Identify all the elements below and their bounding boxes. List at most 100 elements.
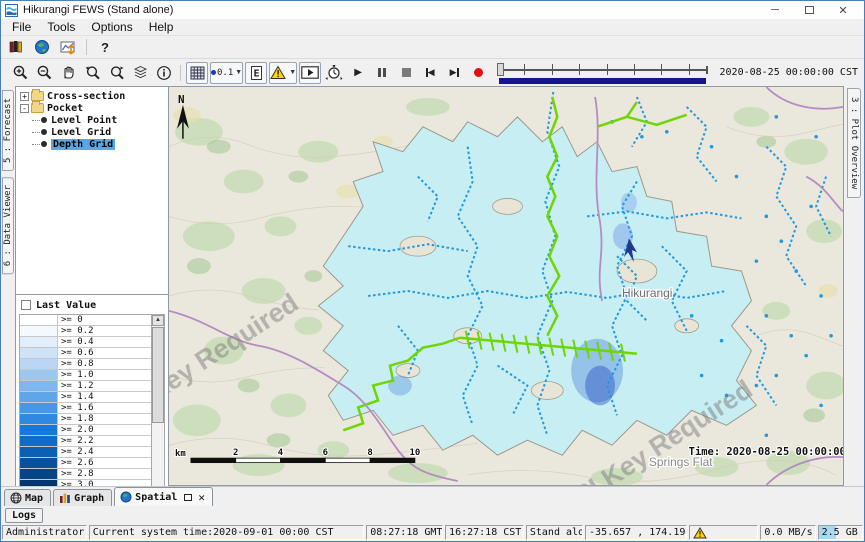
zoom-next-button[interactable] [105, 62, 127, 84]
legend-row[interactable]: >= 0.8 [20, 359, 151, 370]
tree-item-level-point[interactable]: Level Point [18, 114, 168, 126]
legend-color-swatch [20, 403, 58, 413]
legend-row[interactable]: >= 2.6 [20, 458, 151, 469]
classify-button[interactable]: E [245, 62, 267, 84]
last-value-checkbox[interactable] [21, 300, 31, 310]
tree-item-pocket[interactable]: - Pocket [18, 102, 168, 114]
legend-row[interactable]: >= 2.8 [20, 469, 151, 480]
legend-color-swatch [20, 425, 58, 435]
record-button[interactable] [467, 62, 489, 84]
timeline-slider[interactable] [497, 61, 707, 85]
tree-item-level-grid[interactable]: Level Grid [18, 126, 168, 138]
logs-button[interactable]: Logs [5, 508, 43, 523]
side-tab[interactable]: 5 : Forecast [2, 90, 14, 171]
help-button[interactable]: ? [94, 37, 116, 57]
legend-row[interactable]: >= 0 [20, 315, 151, 326]
legend-row[interactable]: >= 1.4 [20, 392, 151, 403]
timeseries-button[interactable] [57, 37, 79, 57]
tree-item-cross-section[interactable]: + Cross-section [18, 90, 168, 102]
tab-label: Map [25, 493, 43, 504]
animation-timer-icon [325, 64, 343, 81]
place-label-hikurangi: Hikurangi [622, 286, 672, 300]
svg-text:6: 6 [323, 448, 328, 458]
spatial-tab-globe-icon [120, 491, 132, 503]
contour-interval-button[interactable]: 0.1 ▼ [210, 62, 243, 84]
pause-icon [378, 68, 386, 77]
zoom-out-button[interactable] [33, 62, 55, 84]
legend-color-swatch [20, 370, 58, 380]
legend-color-swatch [20, 392, 58, 402]
legend-row[interactable]: >= 0.4 [20, 337, 151, 348]
animation-settings-button[interactable] [323, 62, 345, 84]
status-warning[interactable] [689, 525, 758, 540]
pause-button[interactable] [371, 62, 393, 84]
status-system-time: Current system time:2020-09-01 00:00 CST [89, 525, 365, 540]
zoom-previous-button[interactable] [81, 62, 103, 84]
timeline-handle[interactable] [497, 63, 504, 76]
map-toolbar: 0.1 ▼ E ▼ ▶ ◀ ▶ 202 [1, 58, 864, 86]
pan-button[interactable] [57, 62, 79, 84]
maximize-panel-icon[interactable] [184, 494, 192, 501]
stop-button[interactable] [395, 62, 417, 84]
scrollbar-thumb[interactable] [152, 327, 164, 423]
logs-row: Logs [1, 506, 864, 524]
status-local-time: 16:27:18 CST [445, 525, 524, 540]
tab-map[interactable]: Map [4, 489, 51, 506]
menu-item[interactable]: File [5, 20, 38, 34]
svg-text:10: 10 [410, 448, 421, 458]
toolbar-separator [86, 39, 87, 55]
info-button[interactable] [153, 62, 175, 84]
legend-color-swatch [20, 436, 58, 446]
movie-export-button[interactable] [299, 62, 321, 84]
maximize-button[interactable] [792, 2, 826, 18]
legend-color-swatch [20, 326, 58, 336]
legend-color-swatch [20, 359, 58, 369]
spatial-map[interactable]: API Key Required API Key Required Hikura… [169, 86, 844, 486]
main-toolbar: ? [1, 36, 864, 58]
legend-row[interactable]: >= 2.4 [20, 447, 151, 458]
legend-label: >= 0.2 [58, 326, 151, 336]
timeseries-chart-icon [60, 39, 77, 55]
legend-row[interactable]: >= 2.2 [20, 436, 151, 447]
zoom-in-button[interactable] [9, 62, 31, 84]
tab-graph[interactable]: Graph [53, 489, 112, 506]
scroll-up-icon[interactable]: ▲ [152, 315, 164, 326]
layers-button[interactable] [129, 62, 151, 84]
legend-color-swatch [20, 469, 58, 479]
legend-row[interactable]: >= 1.6 [20, 403, 151, 414]
status-mode: Stand alone [526, 525, 583, 540]
legend-row[interactable]: >= 1.0 [20, 370, 151, 381]
thresholds-button[interactable]: ▼ [269, 62, 297, 84]
grid-display-button[interactable] [186, 62, 208, 84]
close-tab-icon[interactable]: ✕ [198, 491, 205, 504]
bullet-icon [41, 141, 47, 147]
legend-label: >= 0.8 [58, 359, 151, 369]
menu-item[interactable]: Options [84, 20, 139, 34]
tree-item-depth-grid[interactable]: Depth Grid [18, 138, 168, 150]
legend-row[interactable]: >= 1.8 [20, 414, 151, 425]
map-display-button[interactable] [31, 37, 53, 57]
expand-icon[interactable]: + [20, 92, 29, 101]
tab-spatial-active[interactable]: Spatial ✕ [114, 487, 213, 506]
collapse-icon[interactable]: - [20, 104, 29, 113]
play-button[interactable]: ▶ [347, 62, 369, 84]
legend-label: >= 0.6 [58, 348, 151, 358]
filter-tree: + Cross-section - Pocket Level Point [16, 87, 168, 294]
close-button[interactable]: ✕ [826, 2, 860, 18]
side-tab-plot-overview[interactable]: 3 : Plot Overview [847, 88, 861, 198]
legend-label: >= 1.4 [58, 392, 151, 402]
legend-row[interactable]: >= 1.2 [20, 381, 151, 392]
side-tab[interactable]: 6 : Data Viewer [2, 177, 14, 274]
skip-forward-button[interactable]: ▶ [443, 62, 465, 84]
skip-backward-button[interactable]: ◀ [419, 62, 441, 84]
database-button[interactable] [5, 37, 27, 57]
menu-item[interactable]: Tools [40, 20, 82, 34]
skip-forward-icon: ▶ [450, 67, 459, 78]
legend-row[interactable]: >= 2.0 [20, 425, 151, 436]
menu-item[interactable]: Help [142, 20, 181, 34]
legend-scrollbar[interactable]: ▲ ▼ [151, 315, 164, 502]
minimize-button[interactable]: ─ [758, 2, 792, 18]
legend-table: >= 0 >= 0.2 >= 0.4 >= 0.6 >= 0.8 [20, 315, 151, 502]
legend-row[interactable]: >= 0.2 [20, 326, 151, 337]
legend-row[interactable]: >= 0.6 [20, 348, 151, 359]
